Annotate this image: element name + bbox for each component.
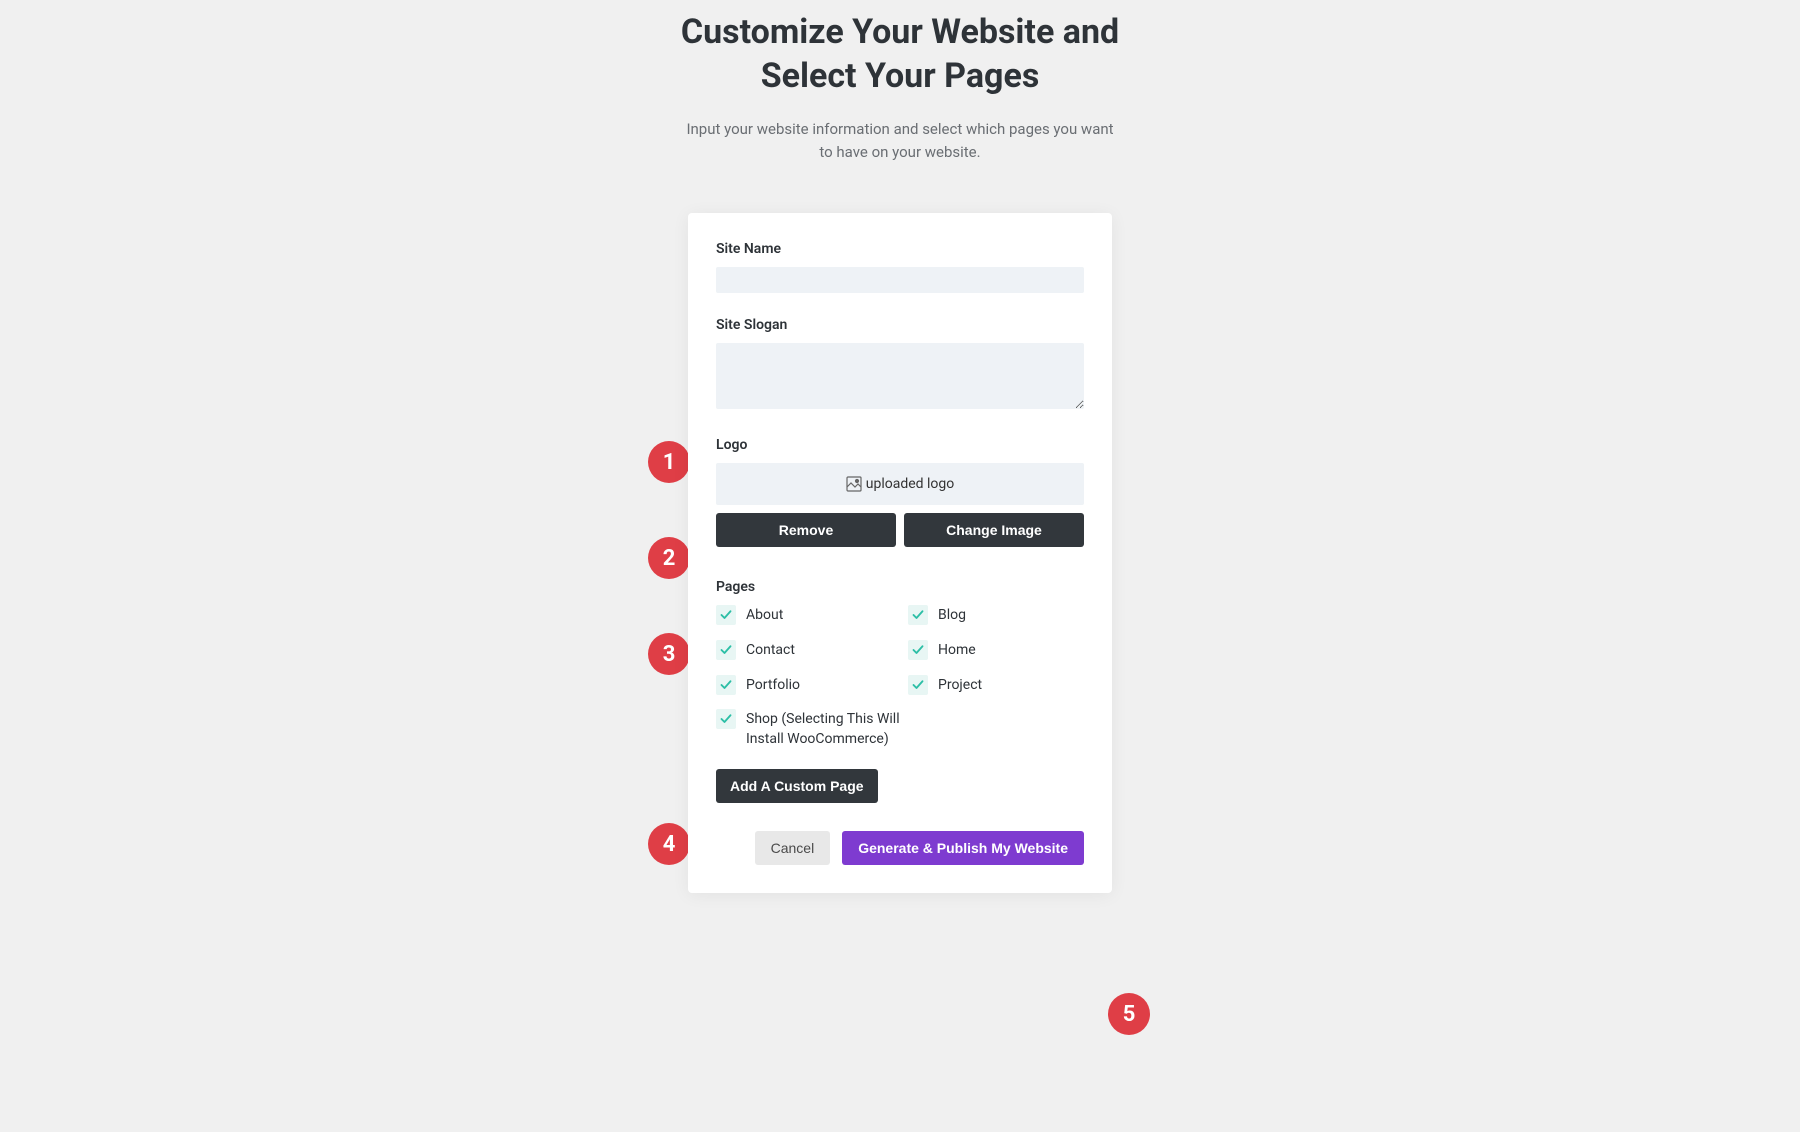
page-item: Project [908,675,1084,696]
page-item: Blog [908,605,1084,626]
site-name-label: Site Name [716,241,1084,257]
site-name-input[interactable] [716,267,1084,293]
page-label: Portfolio [746,675,800,696]
page-item: Contact [716,640,892,661]
logo-label: Logo [716,437,1084,453]
page-label: Contact [746,640,795,661]
step-badge-2: 2 [648,537,690,579]
page-heading: Customize Your Website and Select Your P… [650,10,1150,98]
page-checkbox[interactable] [716,640,736,660]
page-label: About [746,605,783,626]
remove-logo-button[interactable]: Remove [716,513,896,547]
generate-publish-button[interactable]: Generate & Publish My Website [842,831,1084,865]
page-checkbox[interactable] [908,640,928,660]
page-checkbox[interactable] [908,605,928,625]
page-item: About [716,605,892,626]
logo-alt-text: uploaded logo [866,476,955,492]
page-label: Home [938,640,976,661]
page-checkbox[interactable] [716,675,736,695]
page-item: Portfolio [716,675,892,696]
pages-label: Pages [716,579,1084,595]
form-card: Site Name Site Slogan Logo [688,213,1112,893]
page-checkbox[interactable] [908,675,928,695]
step-badge-3: 3 [648,633,690,675]
change-image-button[interactable]: Change Image [904,513,1084,547]
step-badge-4: 4 [648,823,690,865]
site-slogan-label: Site Slogan [716,317,1084,333]
page-item: Shop (Selecting This Will Install WooCom… [716,709,916,749]
page-label: Project [938,675,982,696]
page-label: Blog [938,605,966,626]
step-badge-1: 1 [648,441,690,483]
page-item: Home [908,640,1084,661]
page-checkbox[interactable] [716,709,736,729]
step-badge-5: 5 [1108,993,1150,1035]
cancel-button[interactable]: Cancel [755,831,831,865]
page-subheading: Input your website information and selec… [685,118,1115,163]
site-slogan-input[interactable] [716,343,1084,409]
page-label: Shop (Selecting This Will Install WooCom… [746,709,916,749]
page-checkbox[interactable] [716,605,736,625]
broken-image-icon [846,476,862,492]
logo-preview: uploaded logo [716,463,1084,505]
add-custom-page-button[interactable]: Add A Custom Page [716,769,878,803]
